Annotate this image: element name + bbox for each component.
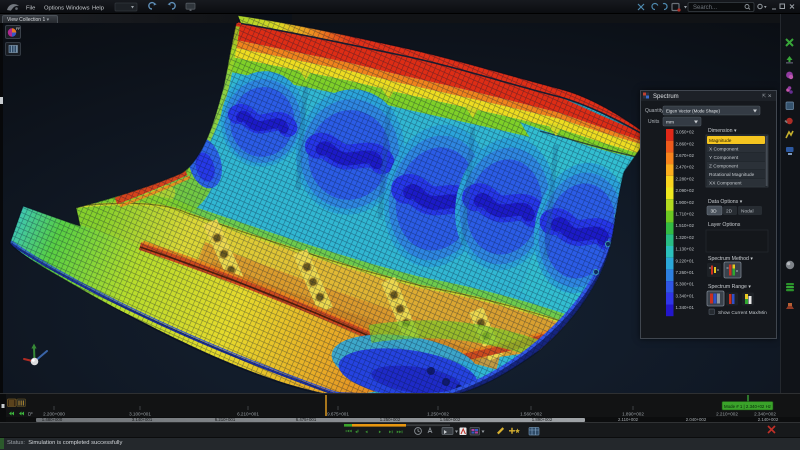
svg-text:1.250+002: 1.250+002 <box>427 412 449 417</box>
svg-text:Data Options ▾: Data Options ▾ <box>708 199 743 205</box>
svg-text:Help: Help <box>92 6 104 12</box>
svg-text:3.140+001: 3.140+001 <box>132 417 153 422</box>
svg-text:2.670+02: 2.670+02 <box>676 153 695 158</box>
svg-text:Windows: Windows <box>66 6 90 12</box>
svg-text:2.280+02: 2.280+02 <box>676 176 695 181</box>
svg-text:Search...: Search... <box>693 5 717 11</box>
svg-text:0°: 0° <box>28 412 33 418</box>
svg-text:1.340+01: 1.340+01 <box>676 305 695 310</box>
svg-text:Layer Options: Layer Options <box>708 222 741 228</box>
svg-text:7.260+01: 7.260+01 <box>676 270 695 275</box>
svg-text:9.675+001: 9.675+001 <box>327 412 349 417</box>
svg-text:Show Current Max/Min: Show Current Max/Min <box>718 310 767 316</box>
svg-text:1.130+02: 1.130+02 <box>676 247 695 252</box>
svg-text:2.200+000: 2.200+000 <box>43 412 65 417</box>
svg-text:Options: Options <box>44 6 64 12</box>
svg-text:2.040+002: 2.040+002 <box>686 417 707 422</box>
svg-text:Units: Units <box>648 119 660 125</box>
svg-text:2D: 2D <box>726 209 733 215</box>
svg-text:2.140+002: 2.140+002 <box>758 417 779 422</box>
svg-text:9.220+01: 9.220+01 <box>676 258 695 263</box>
svg-text:Quantity: Quantity <box>645 108 664 114</box>
svg-text:1.560+002: 1.560+002 <box>520 412 542 417</box>
svg-text:Magnitude: Magnitude <box>709 138 732 144</box>
svg-text:1.510+02: 1.510+02 <box>676 223 695 228</box>
svg-text:XX Component: XX Component <box>709 181 742 187</box>
svg-text:Nodal: Nodal <box>741 209 754 215</box>
svg-text:Mode # 1 | 2.340+02 Hz: Mode # 1 | 2.340+02 Hz <box>724 404 771 409</box>
svg-text:Dimension ▾: Dimension ▾ <box>708 128 737 134</box>
svg-text:Eigen Vector (Mode Shape): Eigen Vector (Mode Shape) <box>666 109 720 114</box>
svg-text:Spectrum Range ▾: Spectrum Range ▾ <box>708 284 751 290</box>
svg-text:Y Component: Y Component <box>709 155 739 161</box>
svg-text:1.250+002: 1.250+002 <box>380 417 401 422</box>
svg-text:Z Component: Z Component <box>709 164 739 170</box>
svg-text:1.320+02: 1.320+02 <box>676 235 695 240</box>
svg-text:1.890+002: 1.890+002 <box>622 412 644 417</box>
svg-text:Spectrum Method ▾: Spectrum Method ▾ <box>708 256 753 262</box>
svg-text:1.560+002: 1.560+002 <box>440 417 461 422</box>
svg-text:2.110+002: 2.110+002 <box>618 417 639 422</box>
svg-text:6.210+001: 6.210+001 <box>215 417 236 422</box>
svg-text:3.100+001: 3.100+001 <box>129 412 151 417</box>
svg-text:1.710+02: 1.710+02 <box>676 212 695 217</box>
svg-text:1.890+002: 1.890+002 <box>532 417 553 422</box>
svg-text:1.480+000: 1.480+000 <box>42 417 63 422</box>
svg-text:2.470+02: 2.470+02 <box>676 165 695 170</box>
svg-text:6.210+001: 6.210+001 <box>237 412 259 417</box>
svg-text:File: File <box>26 6 35 12</box>
svg-text:2.860+02: 2.860+02 <box>676 141 695 146</box>
svg-text:FF: FF <box>16 27 20 31</box>
svg-text:mm: mm <box>666 121 674 126</box>
svg-text:3.050+02: 3.050+02 <box>676 130 695 135</box>
svg-text:6.475+001: 6.475+001 <box>296 417 317 422</box>
svg-text:2.210+002: 2.210+002 <box>716 412 738 417</box>
svg-text:3.340+01: 3.340+01 <box>676 293 695 298</box>
svg-text:2.340+002: 2.340+002 <box>754 412 776 417</box>
svg-text:2.090+02: 2.090+02 <box>676 188 695 193</box>
svg-text:X Component: X Component <box>709 147 739 153</box>
svg-text:⇱ ✕: ⇱ ✕ <box>762 94 772 100</box>
svg-text:3D: 3D <box>711 209 718 215</box>
svg-text:1.900+02: 1.900+02 <box>676 200 695 205</box>
svg-text:Spectrum: Spectrum <box>653 94 679 100</box>
svg-text:Rotational Magnitude: Rotational Magnitude <box>709 172 755 178</box>
svg-text:5.300+01: 5.300+01 <box>676 282 695 287</box>
